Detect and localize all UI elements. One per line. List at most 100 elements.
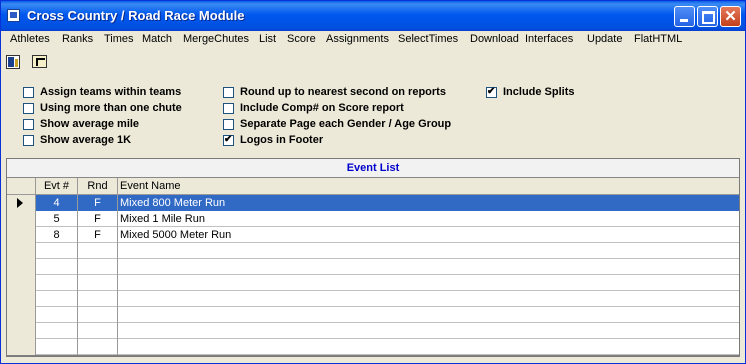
cell-evt[interactable]	[36, 243, 78, 259]
close-icon: ✕	[724, 8, 737, 25]
title-bar[interactable]: Cross Country / Road Race Module ✕	[1, 1, 745, 31]
cell-name[interactable]: Mixed 800 Meter Run	[118, 195, 739, 211]
row-selector[interactable]	[7, 307, 36, 323]
back-folder-icon[interactable]	[32, 55, 47, 68]
row-selector[interactable]	[7, 195, 36, 211]
cell-rnd[interactable]	[78, 339, 118, 355]
minimize-button[interactable]	[674, 6, 695, 27]
table-row[interactable]: 4 F Mixed 800 Meter Run	[7, 195, 739, 211]
menu-update[interactable]: Update	[587, 33, 622, 45]
menu-list[interactable]: List	[259, 33, 276, 45]
checkbox[interactable]	[23, 87, 34, 98]
menu-times[interactable]: Times	[104, 33, 134, 45]
cell-evt[interactable]	[36, 307, 78, 323]
checkbox[interactable]	[23, 135, 34, 146]
menu-athletes[interactable]: Athletes	[10, 33, 50, 45]
checkbox[interactable]	[223, 133, 234, 146]
window-title: Cross Country / Road Race Module	[27, 8, 245, 23]
grid-caption: Event List	[7, 159, 739, 178]
row-selector[interactable]	[7, 323, 36, 339]
cell-evt[interactable]: 4	[36, 195, 78, 211]
maximize-button[interactable]	[697, 6, 718, 27]
cell-evt[interactable]	[36, 323, 78, 339]
cell-rnd[interactable]	[78, 243, 118, 259]
header-evt[interactable]: Evt #	[36, 178, 78, 194]
option-label: Include Comp# on Score report	[240, 102, 404, 114]
cell-name[interactable]	[118, 275, 739, 291]
option-label: Show average mile	[40, 118, 140, 130]
menu-ranks[interactable]: Ranks	[62, 33, 93, 45]
row-selector[interactable]	[7, 211, 36, 227]
cell-evt[interactable]: 5	[36, 211, 78, 227]
checkbox[interactable]	[23, 103, 34, 114]
cell-rnd[interactable]	[78, 291, 118, 307]
row-selector[interactable]	[7, 291, 36, 307]
checkbox[interactable]	[486, 85, 497, 98]
cell-name[interactable]: Mixed 5000 Meter Run	[118, 227, 739, 243]
cell-rnd[interactable]	[78, 307, 118, 323]
cell-rnd[interactable]: F	[78, 211, 118, 227]
event-list-grid: Event List Evt # Rnd Event Name 4 F Mixed …	[6, 158, 740, 357]
row-selector[interactable]	[7, 227, 36, 243]
menu-bar: Athletes Ranks Times Match MergeChutes List Sc…	[1, 31, 745, 50]
cell-rnd[interactable]	[78, 275, 118, 291]
empty-row[interactable]	[7, 291, 739, 307]
empty-row[interactable]	[7, 323, 739, 339]
option-label: Assign teams within teams	[40, 86, 182, 98]
report-icon[interactable]	[6, 55, 20, 69]
menu-assignments[interactable]: Assignments	[326, 33, 389, 45]
cell-name[interactable]	[118, 323, 739, 339]
header-event-name[interactable]: Event Name	[118, 178, 739, 194]
header-rnd[interactable]: Rnd	[78, 178, 118, 194]
cell-name[interactable]	[118, 307, 739, 323]
cell-name[interactable]: Mixed 1 Mile Run	[118, 211, 739, 227]
cell-evt[interactable]	[36, 291, 78, 307]
table-row[interactable]: 5 F Mixed 1 Mile Run	[7, 211, 739, 227]
menu-score[interactable]: Score	[287, 33, 316, 45]
row-selector[interactable]	[7, 243, 36, 259]
option-label: Logos in Footer	[240, 134, 324, 146]
grid-header: Evt # Rnd Event Name	[7, 178, 739, 195]
menu-download[interactable]: Download	[470, 33, 519, 45]
close-button[interactable]: ✕	[720, 6, 741, 27]
row-selector[interactable]	[7, 339, 36, 355]
toolbar	[1, 53, 745, 73]
checkbox[interactable]	[23, 119, 34, 130]
row-selector-header	[7, 178, 36, 194]
option-label: Show average 1K	[40, 134, 132, 146]
menu-interfaces[interactable]: Interfaces	[525, 33, 573, 45]
app-icon[interactable]	[7, 9, 20, 22]
menu-selecttimes[interactable]: SelectTimes	[398, 33, 458, 45]
cell-rnd[interactable]	[78, 323, 118, 339]
checkbox[interactable]	[223, 103, 234, 114]
empty-row[interactable]	[7, 259, 739, 275]
table-row[interactable]: 8 F Mixed 5000 Meter Run	[7, 227, 739, 243]
checkbox[interactable]	[223, 87, 234, 98]
cell-evt[interactable]	[36, 275, 78, 291]
cell-evt[interactable]: 8	[36, 227, 78, 243]
checkbox[interactable]	[223, 119, 234, 130]
row-selector[interactable]	[7, 275, 36, 291]
cell-name[interactable]	[118, 339, 739, 355]
empty-row[interactable]	[7, 339, 739, 355]
app-window: Cross Country / Road Race Module ✕ Athle…	[0, 0, 746, 364]
row-selector[interactable]	[7, 259, 36, 275]
menu-mergechutes[interactable]: MergeChutes	[183, 33, 249, 45]
cell-rnd[interactable]: F	[78, 227, 118, 243]
option-label: Using more than one chute	[40, 102, 182, 114]
empty-row[interactable]	[7, 275, 739, 291]
menu-match[interactable]: Match	[142, 33, 172, 45]
empty-row[interactable]	[7, 243, 739, 259]
cell-name[interactable]	[118, 243, 739, 259]
options-panel: Assign teams within teams Using more than…	[1, 77, 745, 153]
menu-flathtml[interactable]: FlatHTML	[634, 33, 682, 45]
cell-evt[interactable]	[36, 339, 78, 355]
empty-row[interactable]	[7, 307, 739, 323]
maximize-icon	[702, 11, 715, 24]
cell-name[interactable]	[118, 291, 739, 307]
cell-rnd[interactable]	[78, 259, 118, 275]
option-label: Include Splits	[503, 86, 575, 98]
cell-evt[interactable]	[36, 259, 78, 275]
cell-rnd[interactable]: F	[78, 195, 118, 211]
cell-name[interactable]	[118, 259, 739, 275]
